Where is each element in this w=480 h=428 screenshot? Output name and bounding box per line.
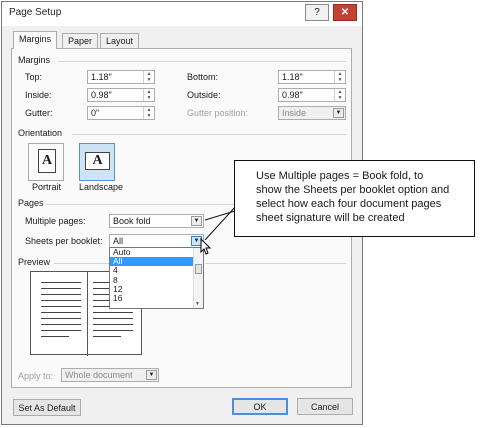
callout-line-3: select how each four document pages xyxy=(256,198,442,210)
callout-line-4: sheet signature will be created xyxy=(256,212,405,224)
annotation-callout: Use Multiple pages = Book fold, to show … xyxy=(234,160,475,237)
callout-line-1: Use Multiple pages = Book fold, to xyxy=(256,170,424,182)
mouse-cursor-icon xyxy=(200,238,212,255)
callout-line-2: show the Sheets per booklet option and xyxy=(256,184,450,196)
callout-pointer-sheets xyxy=(204,204,238,241)
